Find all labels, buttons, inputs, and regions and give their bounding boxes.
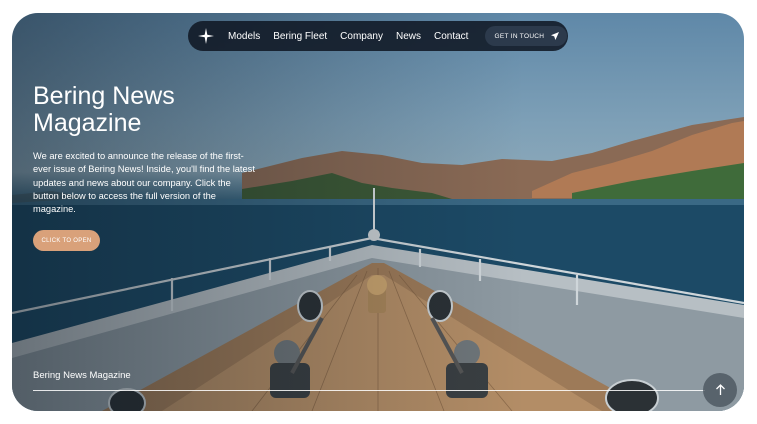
nav-link-news[interactable]: News — [396, 31, 421, 42]
star-logo-icon[interactable] — [198, 28, 214, 44]
hero-description: We are excited to announce the release o… — [33, 151, 255, 215]
bottom-caption: Bering News Magazine — [33, 370, 131, 381]
get-in-touch-button[interactable]: GET IN TOUCH — [485, 26, 568, 46]
page-title: Bering News Magazine — [33, 82, 175, 137]
nav-link-company[interactable]: Company — [340, 31, 383, 42]
get-in-touch-label: GET IN TOUCH — [494, 32, 545, 40]
send-icon — [551, 32, 560, 40]
nav-link-contact[interactable]: Contact — [434, 31, 468, 42]
arrow-up-icon — [715, 384, 725, 395]
scroll-up-button[interactable] — [703, 373, 737, 407]
click-to-open-button[interactable]: CLICK TO OPEN — [33, 230, 100, 251]
nav-link-bering-fleet[interactable]: Bering Fleet — [273, 31, 327, 42]
top-navigation: Models Bering Fleet Company News Contact… — [188, 21, 568, 51]
bottom-divider — [33, 390, 705, 391]
nav-link-models[interactable]: Models — [228, 31, 260, 42]
